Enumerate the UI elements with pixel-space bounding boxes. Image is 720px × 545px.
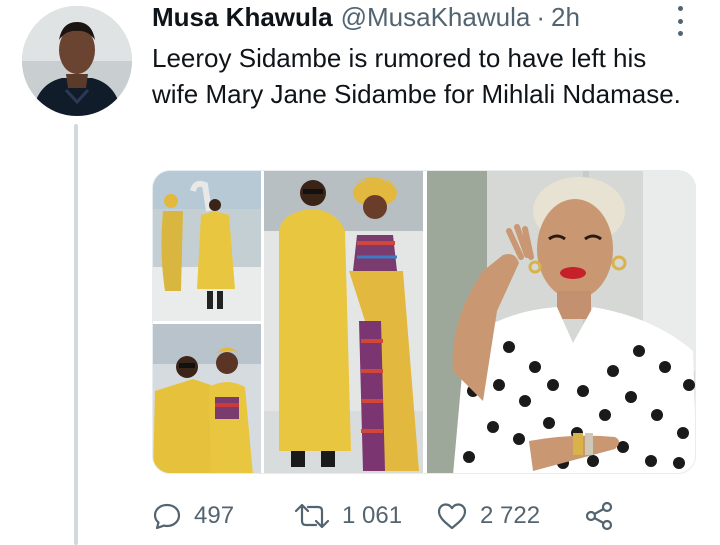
- couple-photo-full-length[interactable]: [264, 171, 423, 474]
- retweet-count: 1 061: [342, 502, 403, 529]
- heart-icon: [436, 501, 468, 531]
- tweet-header: Musa Khawula @MusaKhawula · 2h: [152, 2, 580, 36]
- retweet-button[interactable]: 1 061: [294, 501, 436, 531]
- author-handle[interactable]: @MusaKhawula: [341, 2, 531, 33]
- share-button[interactable]: [584, 501, 614, 531]
- avatar-photo: [22, 6, 132, 116]
- tweet-actions: 497 1 061 2 722: [152, 498, 622, 534]
- like-count: 2 722: [480, 502, 541, 529]
- separator-dot: ·: [536, 2, 545, 32]
- thread-line: [74, 124, 78, 545]
- share-icon: [584, 501, 614, 531]
- like-button[interactable]: 2 722: [436, 501, 584, 531]
- photo-collage-left[interactable]: [153, 171, 423, 474]
- avatar[interactable]: [22, 6, 132, 116]
- portrait-photo-polka-dot[interactable]: [427, 171, 696, 474]
- couple-photo-bottom-left[interactable]: [153, 324, 261, 474]
- tweet-timestamp[interactable]: 2h: [551, 2, 580, 33]
- reply-icon: [152, 501, 182, 531]
- more-options-icon[interactable]: [672, 6, 688, 36]
- reply-count: 497: [194, 502, 235, 529]
- couple-photo-top-left[interactable]: [153, 171, 261, 321]
- tweet-media[interactable]: [152, 170, 696, 474]
- tweet-text: Leeroy Sidambe is rumored to have left h…: [152, 43, 681, 109]
- retweet-icon: [294, 501, 330, 531]
- author-name[interactable]: Musa Khawula: [152, 2, 333, 33]
- reply-button[interactable]: 497: [152, 501, 294, 531]
